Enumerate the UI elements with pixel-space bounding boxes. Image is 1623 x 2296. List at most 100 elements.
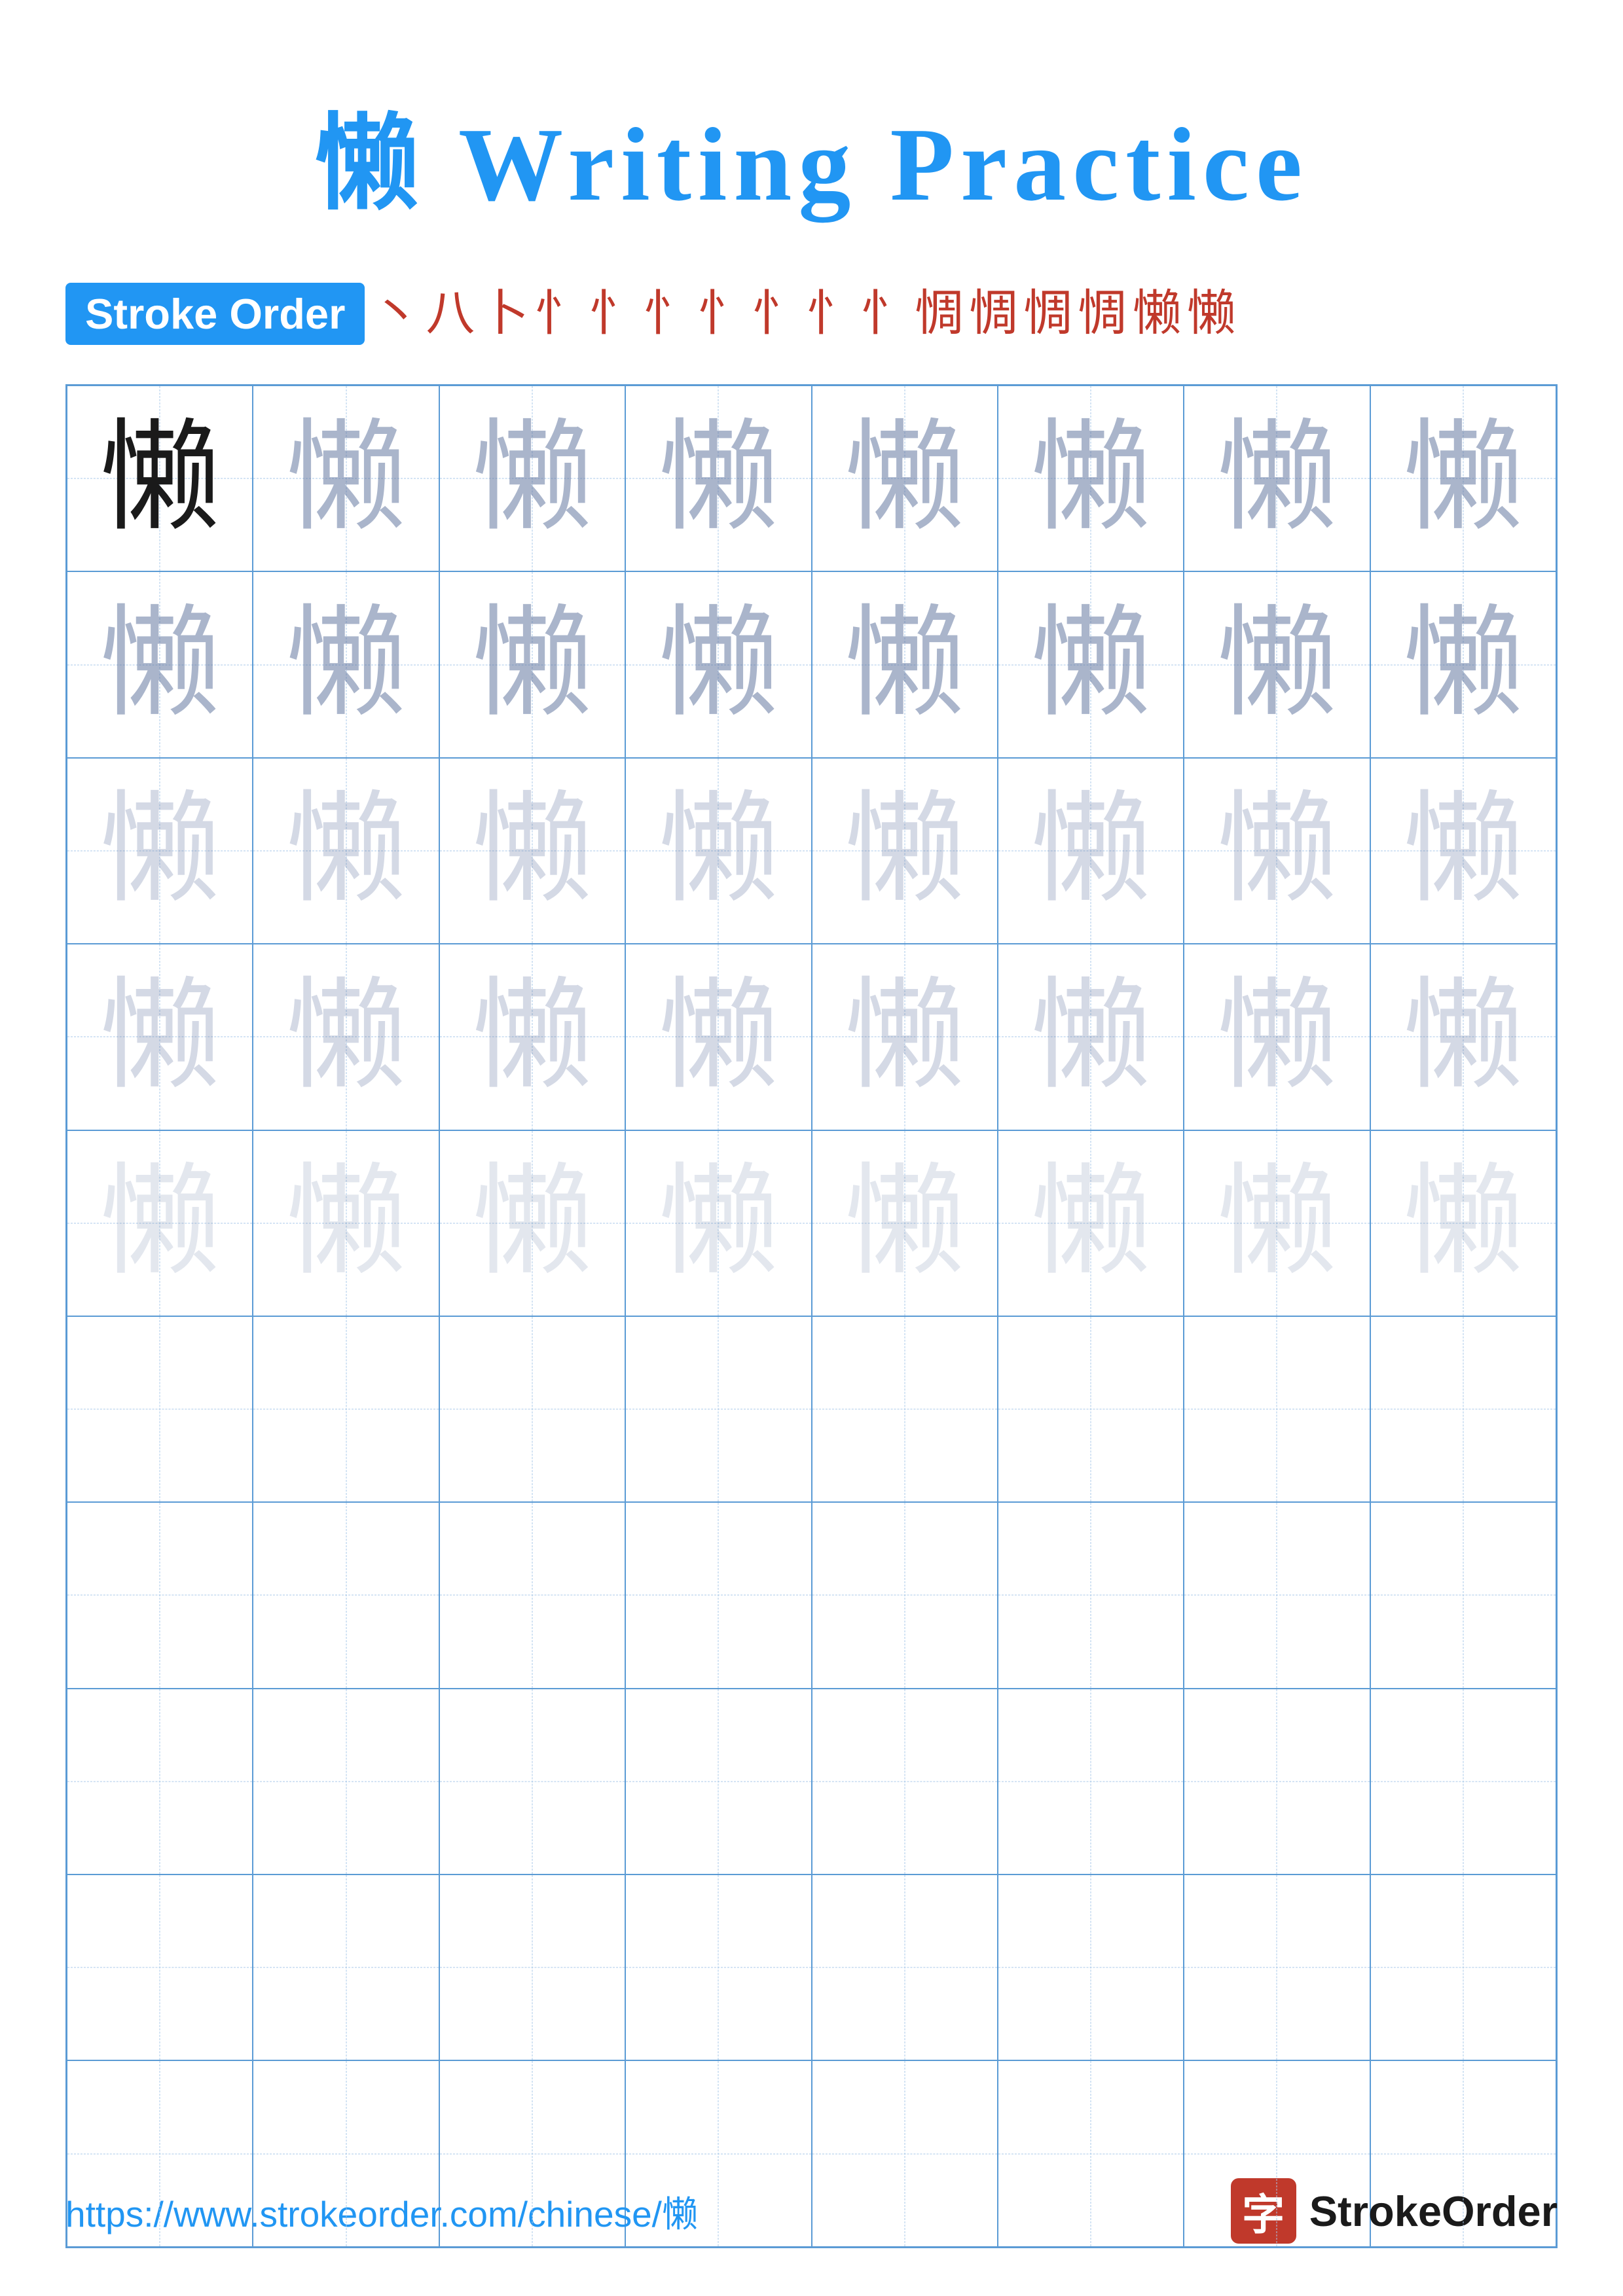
practice-char: 懒 — [100, 790, 221, 911]
grid-cell-5-2[interactable]: 懒 — [253, 1130, 439, 1316]
grid-cell-2-8[interactable]: 懒 — [1370, 571, 1556, 757]
grid-cell-4-4[interactable]: 懒 — [625, 944, 811, 1130]
grid-cell-7-1[interactable] — [67, 1502, 253, 1688]
grid-cell-1-8[interactable]: 懒 — [1370, 386, 1556, 571]
stroke-char-9: 忄 — [807, 289, 856, 338]
stroke-order-section: Stroke Order 丶 八 卜 忄 忄 忄 忄 忄 忄 忄 惆 惆 惆 惆… — [65, 283, 1558, 345]
grid-cell-9-5[interactable] — [812, 1874, 998, 2060]
practice-char: 懒 — [1216, 977, 1338, 1098]
grid-cell-2-5[interactable]: 懒 — [812, 571, 998, 757]
grid-cell-8-7[interactable] — [1184, 1689, 1370, 1874]
grid-cell-8-3[interactable] — [439, 1689, 625, 1874]
grid-cell-3-4[interactable]: 懒 — [625, 758, 811, 944]
grid-cell-6-5[interactable] — [812, 1316, 998, 1502]
grid-cell-8-5[interactable] — [812, 1689, 998, 1874]
practice-char: 懒 — [285, 977, 407, 1098]
grid-cell-8-8[interactable] — [1370, 1689, 1556, 1874]
grid-cell-9-2[interactable] — [253, 1874, 439, 2060]
stroke-char-16: 懒 — [1187, 289, 1236, 338]
grid-cell-8-6[interactable] — [998, 1689, 1184, 1874]
grid-cell-2-4[interactable]: 懒 — [625, 571, 811, 757]
grid-cell-1-5[interactable]: 懒 — [812, 386, 998, 571]
grid-cell-1-4[interactable]: 懒 — [625, 386, 811, 571]
grid-cell-8-1[interactable] — [67, 1689, 253, 1874]
practice-char: 懒 — [1216, 1162, 1338, 1283]
grid-cell-6-4[interactable] — [625, 1316, 811, 1502]
grid-cell-2-7[interactable]: 懒 — [1184, 571, 1370, 757]
grid-cell-9-8[interactable] — [1370, 1874, 1556, 2060]
practice-char: 懒 — [658, 790, 779, 911]
grid-cell-3-3[interactable]: 懒 — [439, 758, 625, 944]
grid-cell-4-2[interactable]: 懒 — [253, 944, 439, 1130]
practice-char: 懒 — [844, 418, 965, 539]
practice-char: 懒 — [285, 604, 407, 725]
grid-cell-1-7[interactable]: 懒 — [1184, 386, 1370, 571]
grid-cell-6-2[interactable] — [253, 1316, 439, 1502]
grid-cell-5-6[interactable]: 懒 — [998, 1130, 1184, 1316]
practice-char: 懒 — [844, 790, 965, 911]
grid-cell-2-6[interactable]: 懒 — [998, 571, 1184, 757]
practice-char: 懒 — [844, 604, 965, 725]
stroke-char-12: 惆 — [970, 289, 1019, 338]
grid-cell-3-2[interactable]: 懒 — [253, 758, 439, 944]
grid-cell-6-7[interactable] — [1184, 1316, 1370, 1502]
grid-cell-3-7[interactable]: 懒 — [1184, 758, 1370, 944]
grid-row-1: 懒 懒 懒 懒 懒 懒 懒 懒 — [67, 386, 1556, 571]
grid-cell-5-3[interactable]: 懒 — [439, 1130, 625, 1316]
grid-cell-2-2[interactable]: 懒 — [253, 571, 439, 757]
grid-cell-8-4[interactable] — [625, 1689, 811, 1874]
grid-cell-2-3[interactable]: 懒 — [439, 571, 625, 757]
grid-cell-1-1[interactable]: 懒 — [67, 386, 253, 571]
grid-cell-4-3[interactable]: 懒 — [439, 944, 625, 1130]
grid-cell-6-3[interactable] — [439, 1316, 625, 1502]
grid-cell-5-5[interactable]: 懒 — [812, 1130, 998, 1316]
grid-cell-4-1[interactable]: 懒 — [67, 944, 253, 1130]
grid-cell-9-7[interactable] — [1184, 1874, 1370, 2060]
footer-logo: 字 StrokeOrder — [1231, 2178, 1558, 2244]
grid-cell-1-2[interactable]: 懒 — [253, 386, 439, 571]
grid-cell-3-1[interactable]: 懒 — [67, 758, 253, 944]
practice-char: 懒 — [100, 1162, 221, 1283]
grid-cell-4-5[interactable]: 懒 — [812, 944, 998, 1130]
grid-cell-7-7[interactable] — [1184, 1502, 1370, 1688]
grid-cell-7-4[interactable] — [625, 1502, 811, 1688]
grid-cell-9-6[interactable] — [998, 1874, 1184, 2060]
grid-cell-4-6[interactable]: 懒 — [998, 944, 1184, 1130]
footer-url: https://www.strokeorder.com/chinese/懒 — [65, 2185, 698, 2237]
grid-cell-6-1[interactable] — [67, 1316, 253, 1502]
grid-cell-4-8[interactable]: 懒 — [1370, 944, 1556, 1130]
grid-cell-5-1[interactable]: 懒 — [67, 1130, 253, 1316]
stroke-char-10: 忄 — [861, 289, 910, 338]
grid-cell-5-4[interactable]: 懒 — [625, 1130, 811, 1316]
grid-cell-1-6[interactable]: 懒 — [998, 386, 1184, 571]
title-char: 懒 — [314, 106, 426, 223]
stroke-char-3: 卜 — [480, 289, 529, 338]
grid-cell-9-3[interactable] — [439, 1874, 625, 2060]
practice-char: 懒 — [658, 1162, 779, 1283]
practice-char: 懒 — [1402, 1162, 1523, 1283]
practice-char: 懒 — [1030, 418, 1152, 539]
practice-char: 懒 — [471, 418, 593, 539]
grid-cell-8-2[interactable] — [253, 1689, 439, 1874]
grid-cell-2-1[interactable]: 懒 — [67, 571, 253, 757]
title-suffix: Writing Practice — [426, 106, 1309, 223]
grid-cell-1-3[interactable]: 懒 — [439, 386, 625, 571]
grid-cell-5-8[interactable]: 懒 — [1370, 1130, 1556, 1316]
practice-char: 懒 — [1030, 604, 1152, 725]
grid-cell-7-2[interactable] — [253, 1502, 439, 1688]
grid-cell-6-8[interactable] — [1370, 1316, 1556, 1502]
grid-cell-3-8[interactable]: 懒 — [1370, 758, 1556, 944]
grid-cell-7-5[interactable] — [812, 1502, 998, 1688]
grid-cell-5-7[interactable]: 懒 — [1184, 1130, 1370, 1316]
grid-cell-9-1[interactable] — [67, 1874, 253, 2060]
grid-cell-7-6[interactable] — [998, 1502, 1184, 1688]
grid-cell-3-6[interactable]: 懒 — [998, 758, 1184, 944]
strokeorder-logo-text: StrokeOrder — [1309, 2187, 1558, 2236]
grid-cell-3-5[interactable]: 懒 — [812, 758, 998, 944]
grid-cell-6-6[interactable] — [998, 1316, 1184, 1502]
grid-row-2: 懒 懒 懒 懒 懒 懒 懒 懒 — [67, 571, 1556, 757]
grid-cell-7-8[interactable] — [1370, 1502, 1556, 1688]
grid-cell-9-4[interactable] — [625, 1874, 811, 2060]
grid-cell-4-7[interactable]: 懒 — [1184, 944, 1370, 1130]
grid-cell-7-3[interactable] — [439, 1502, 625, 1688]
